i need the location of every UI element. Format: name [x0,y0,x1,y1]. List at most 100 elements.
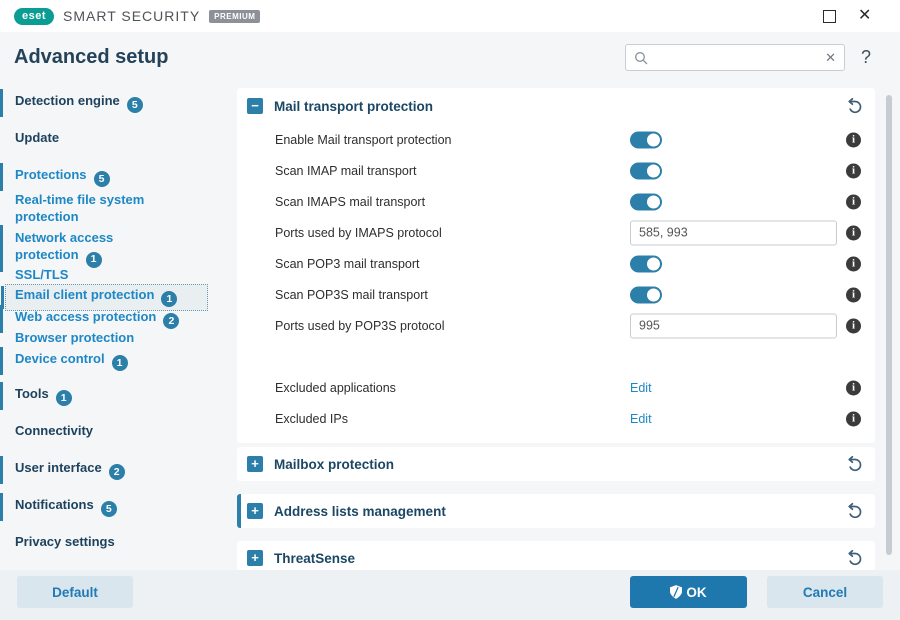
sidebar-item-user-interface[interactable]: User interface 2 [0,456,125,484]
settings-count-badge: 1 [161,291,178,307]
setting-label: Enable Mail transport protection [275,132,452,147]
sidebar-item-label: Update [15,130,60,145]
mailbox-protection-card: + Mailbox protection [237,447,875,481]
sidebar-item-browser-protection[interactable]: Browser protection [15,330,134,345]
info-icon[interactable]: i [846,380,861,395]
section-header: − Mail transport protection [237,88,875,124]
sidebar-item-label: Web access protection [15,309,157,324]
expand-icon[interactable]: + [247,456,263,472]
setting-label: Excluded IPs [275,411,348,426]
setting-label: Excluded applications [275,380,396,395]
close-button[interactable]: ✕ [858,7,871,25]
expand-icon[interactable]: + [247,550,263,566]
pop3s-ports-input[interactable] [630,313,837,338]
settings-count-badge: 1 [111,355,128,371]
info-icon[interactable]: i [846,163,861,178]
setting-row: Excluded IPs Edit i [237,403,875,434]
cancel-button[interactable]: Cancel [767,576,883,608]
section-title: Mail transport protection [274,98,434,114]
search-box[interactable]: ✕ [625,44,845,71]
info-icon[interactable]: i [846,287,861,302]
collapse-icon[interactable]: − [247,98,263,114]
mail-transport-protection-card: − Mail transport protection Enable Mail … [237,88,875,443]
setting-row: Ports used by POP3S protocol i [237,310,875,341]
sidebar-item-network-access-protection[interactable]: Network access protection 1 [0,225,170,271]
section-title: ThreatSense [274,550,356,566]
toggle-scan-imap[interactable] [630,162,662,179]
default-button[interactable]: Default [17,576,133,608]
info-icon[interactable]: i [846,194,861,209]
search-icon [635,51,648,64]
scrollbar-thumb[interactable] [886,95,892,555]
info-icon[interactable]: i [846,132,861,147]
settings-count-badge: 2 [163,313,180,329]
search-input[interactable] [654,50,826,65]
sidebar-item-label: Email client protection [15,287,155,302]
premium-badge: PREMIUM [209,9,261,23]
revert-icon[interactable] [845,455,863,473]
setting-row: Scan IMAPS mail transport i [237,186,875,217]
edit-excluded-ips-link[interactable]: Edit [630,412,652,426]
info-icon[interactable]: i [846,318,861,333]
sidebar-item-ssl-tls[interactable]: SSL/TLS [15,267,68,282]
maximize-button[interactable] [823,10,836,23]
ok-button[interactable]: OK [630,576,747,608]
sidebar-item-tools[interactable]: Tools 1 [0,382,72,410]
info-icon[interactable]: i [846,225,861,240]
sidebar-item-email-client-protection[interactable]: Email client protection 1 [1,284,208,311]
edit-excluded-applications-link[interactable]: Edit [630,381,652,395]
product-name: SMART SECURITY [63,8,201,24]
sidebar-item-label: Protections [15,167,87,182]
setting-label: Scan POP3 mail transport [275,256,420,271]
revert-icon[interactable] [845,97,863,115]
setting-row: Scan POP3S mail transport i [237,279,875,310]
imaps-ports-input[interactable] [630,220,837,245]
toggle-scan-pop3[interactable] [630,255,662,272]
revert-icon[interactable] [845,549,863,567]
info-icon[interactable]: i [846,411,861,426]
sidebar-item-label: Notifications [15,497,94,512]
sidebar-item-update[interactable]: Update [15,130,59,145]
sidebar-item-label: Device control [15,351,105,366]
sidebar-item-label: Privacy settings [15,534,115,549]
setting-label: Scan POP3S mail transport [275,287,428,302]
toggle-scan-pop3s[interactable] [630,286,662,303]
setting-row: Ports used by IMAPS protocol i [237,217,875,248]
sidebar-item-privacy-settings[interactable]: Privacy settings [15,534,115,549]
setting-row: Excluded applications Edit i [237,372,875,403]
setting-label: Scan IMAPS mail transport [275,194,426,209]
ok-button-label: OK [686,584,707,600]
revert-icon[interactable] [845,502,863,520]
sidebar-item-protections[interactable]: Protections 5 [0,163,110,191]
toggle-scan-imaps[interactable] [630,193,662,210]
setting-row: Scan IMAP mail transport i [237,155,875,186]
settings-count-badge: 5 [93,171,110,187]
sidebar-item-detection-engine[interactable]: Detection engine 5 [0,89,143,117]
sidebar-item-label: Connectivity [15,423,94,438]
help-icon[interactable]: ? [861,47,871,68]
sidebar-item-realtime-protection[interactable]: Real-time file system protection [15,191,170,225]
settings-count-badge: 2 [108,464,125,480]
toggle-enable-mail-transport[interactable] [630,131,662,148]
sidebar-item-web-access-protection[interactable]: Web access protection 2 [0,305,180,333]
sidebar-item-connectivity[interactable]: Connectivity [15,423,93,438]
section-header: + Address lists management [237,494,875,528]
info-icon[interactable]: i [846,256,861,271]
address-lists-management-card: + Address lists management [237,494,875,528]
sidebar-item-label: User interface [15,460,102,475]
setting-row: Scan POP3 mail transport i [237,248,875,279]
settings-count-badge: 1 [85,251,102,268]
eset-logo: eset [14,7,54,25]
section-header: + Mailbox protection [237,447,875,481]
section-title: Address lists management [274,503,446,519]
expand-icon[interactable]: + [247,503,263,519]
section-title: Mailbox protection [274,456,395,472]
sidebar-item-device-control[interactable]: Device control 1 [0,347,128,375]
settings-count-badge: 1 [55,390,72,406]
row-spacer [237,341,875,372]
clear-search-icon[interactable]: ✕ [825,50,836,66]
sidebar-item-label: Browser protection [15,330,135,345]
page-title: Advanced setup [14,46,169,68]
sidebar-item-label: Tools [15,386,49,401]
sidebar-item-notifications[interactable]: Notifications 5 [0,493,117,521]
